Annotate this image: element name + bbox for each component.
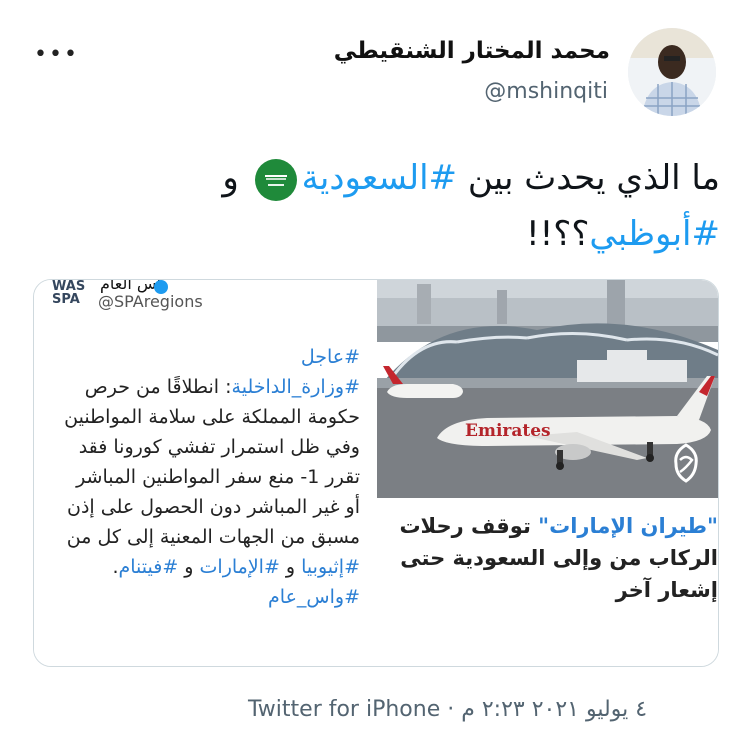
attached-media-card[interactable]: WAS SPA واس العام @SPAregions #عاجل #وزا… [33,279,719,667]
hashtag-uae: #الإمارات [199,556,280,578]
hashtag-spa: #واس_عام [268,586,360,608]
headline-quote: "طيران الإمارات" [538,514,718,538]
display-name[interactable]: محمد المختار الشنقيطي [334,38,610,64]
news-screenshot: Emirates "طيران الإمارات" توقف رحلات الر… [377,280,718,666]
hashtag-ethiopia: #إثيوبيا [301,556,360,578]
more-options-button[interactable]: ••• [34,42,79,67]
spa-and-1: و [279,556,302,578]
meta-separator-1: · [447,697,455,722]
tweet-header: ••• محمد المختار الشنقيطي @mshinqiti [0,22,750,122]
spa-logo: WAS SPA [52,280,85,306]
spa-tweet-body: #عاجل #وزارة_الداخلية: انطلاقًا من حرص ح… [56,342,360,612]
tweet-metadata: Twitter for iPhone · ٤ يوليو ٢٠٢١ ٢:٢٣ م [248,697,647,722]
spa-logo-bottom: SPA [52,292,80,307]
source-label[interactable]: Twitter for iPhone [248,697,440,722]
spa-handle: @SPAregions [98,292,203,311]
airport-photo: Emirates [377,280,718,498]
avatar[interactable] [628,28,716,116]
spa-and-2: و [178,556,200,578]
spa-body-text: : انطلاقًا من حرص حكومة المملكة على سلام… [64,376,360,548]
hashtag-saudi-link[interactable]: #السعودية [302,158,457,198]
tweet-text: ما الذي يحدث بين #السعودية و #أبوظبي؟؟!! [30,150,720,262]
aljazeera-logo-icon [674,443,698,483]
aircraft-livery-text: Emirates [465,421,551,441]
hashtag-urgent: #عاجل [300,346,360,368]
saudi-flag-icon [254,158,297,201]
user-handle[interactable]: @mshinqiti [484,79,608,104]
tweet-text-segment: ما الذي يحدث بين [457,158,720,198]
news-headline: "طيران الإمارات" توقف رحلات الركاب من وإ… [377,510,718,606]
hashtag-ministry: #وزارة_الداخلية [231,376,360,398]
spa-screenshot: WAS SPA واس العام @SPAregions #عاجل #وزا… [34,280,377,666]
tweet-date[interactable]: ٤ يوليو ٢٠٢١ [532,697,647,722]
tweet-text-ending: ؟؟!! [526,214,590,254]
hashtag-abudhabi-link[interactable]: #أبوظبي [589,214,720,254]
tweet-text-and: و [222,158,250,198]
hashtag-vietnam: #فيتنام [118,556,179,578]
tweet-time[interactable]: ٢:٢٣ م [461,697,525,722]
avatar-photo [628,28,716,116]
